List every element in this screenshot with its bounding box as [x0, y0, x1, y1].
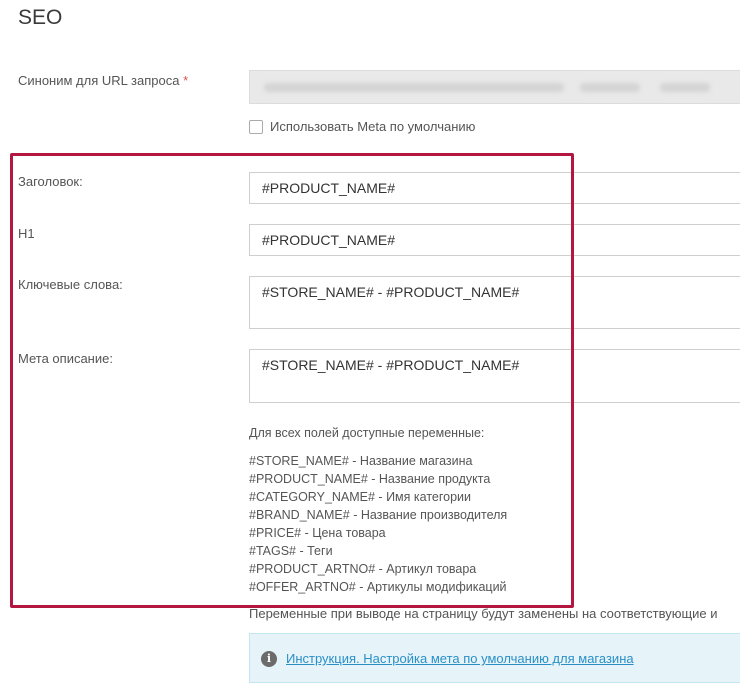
h1-input[interactable]: #PRODUCT_NAME#	[249, 224, 740, 256]
blurred-url-text	[264, 83, 564, 92]
variables-list: #STORE_NAME# - Название магазина #PRODUC…	[249, 452, 507, 596]
default-meta-row[interactable]: Использовать Meta по умолчанию	[249, 119, 475, 134]
title-input[interactable]: #PRODUCT_NAME#	[249, 172, 740, 204]
url-alias-input[interactable]	[249, 70, 740, 104]
variables-note: Переменные при выводе на страницу будут …	[249, 606, 718, 621]
variable-item: #OFFER_ARTNO# - Артикулы модификаций	[249, 580, 507, 594]
title-label: Заголовок:	[18, 174, 83, 189]
blurred-url-text-2	[580, 83, 640, 92]
required-mark: *	[183, 73, 189, 88]
variable-item: #STORE_NAME# - Название магазина	[249, 454, 473, 468]
default-meta-label: Использовать Meta по умолчанию	[270, 119, 476, 134]
description-textarea[interactable]: #STORE_NAME# - #PRODUCT_NAME#	[249, 349, 740, 403]
section-title: SEO	[18, 6, 63, 29]
variable-item: #PRODUCT_ARTNO# - Артикул товара	[249, 562, 477, 576]
keywords-textarea[interactable]: #STORE_NAME# - #PRODUCT_NAME#	[249, 276, 740, 329]
variable-item: #CATEGORY_NAME# - Имя категории	[249, 490, 472, 504]
info-box: i Инструкция. Настройка мета по умолчани…	[249, 633, 740, 683]
url-alias-label-text: Синоним для URL запроса	[18, 73, 180, 88]
h1-label: H1	[18, 226, 35, 241]
instruction-link[interactable]: Инструкция. Настройка мета по умолчанию …	[286, 651, 634, 666]
keywords-label: Ключевые слова:	[18, 277, 123, 292]
default-meta-checkbox[interactable]	[249, 119, 263, 134]
blurred-url-text-3	[660, 83, 710, 92]
variable-item: #TAGS# - Теги	[249, 544, 333, 558]
variables-heading: Для всех полей доступные переменные:	[249, 426, 485, 440]
variable-item: #BRAND_NAME# - Название производителя	[249, 508, 508, 522]
description-label: Мета описание:	[18, 351, 113, 366]
url-alias-label: Синоним для URL запроса *	[18, 73, 188, 88]
variable-item: #PRODUCT_NAME# - Название продукта	[249, 472, 491, 486]
info-icon: i	[261, 651, 277, 667]
variable-item: #PRICE# - Цена товара	[249, 526, 386, 540]
